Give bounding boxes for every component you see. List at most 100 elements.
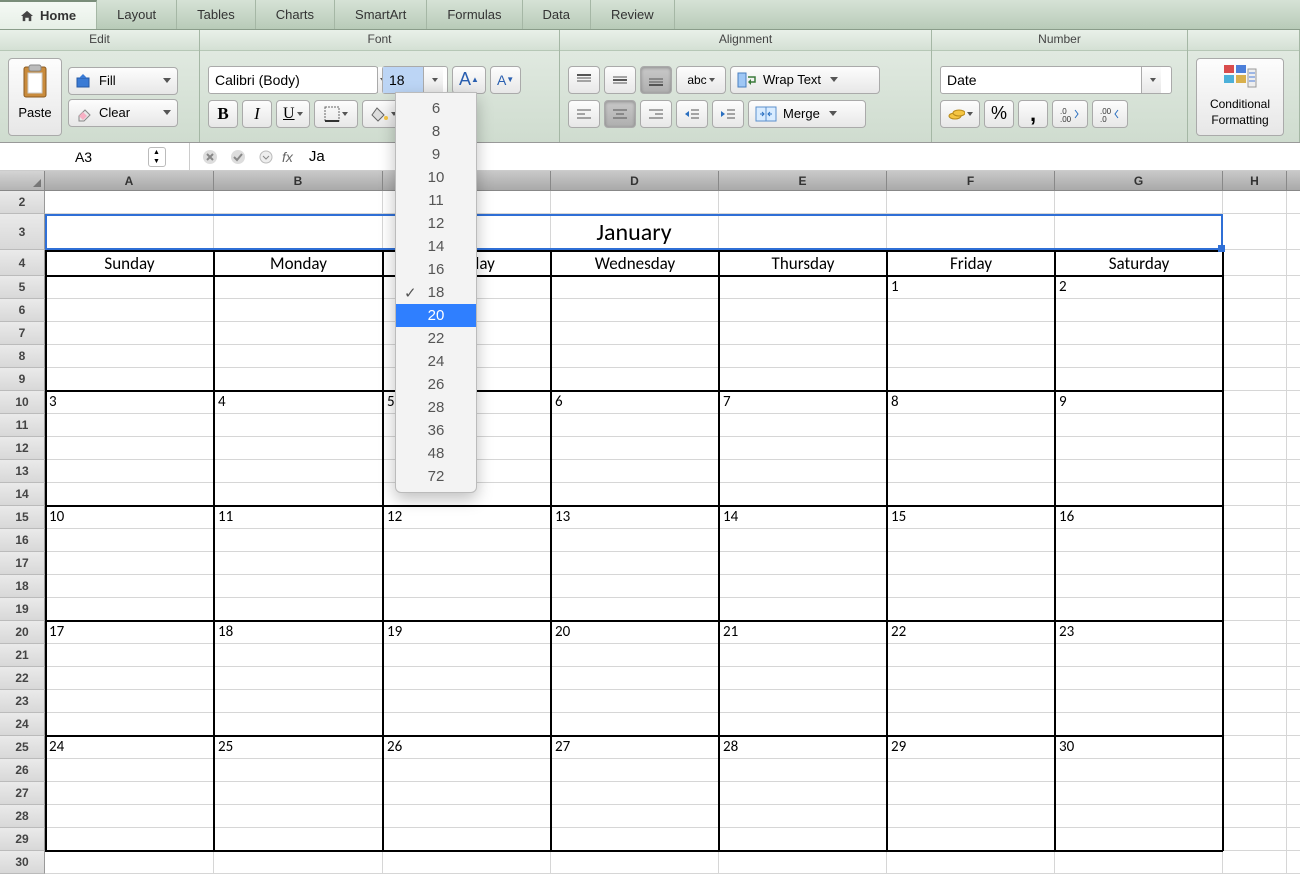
row-header-17[interactable]: 17 bbox=[0, 552, 45, 575]
row-header-3[interactable]: 3 bbox=[0, 214, 45, 250]
fill-button[interactable]: Fill bbox=[68, 67, 178, 95]
font-size-option-20[interactable]: 20 bbox=[396, 304, 476, 327]
font-size-option-26[interactable]: 26 bbox=[396, 373, 476, 396]
cell-reference-input[interactable] bbox=[24, 149, 144, 165]
font-size-option-22[interactable]: 22 bbox=[396, 327, 476, 350]
row-header-23[interactable]: 23 bbox=[0, 690, 45, 713]
row-header-26[interactable]: 26 bbox=[0, 759, 45, 782]
percent-button[interactable]: % bbox=[984, 100, 1014, 128]
font-name-input[interactable] bbox=[209, 67, 377, 93]
merge-button[interactable]: Merge bbox=[748, 100, 866, 128]
column-header-G[interactable]: G bbox=[1055, 171, 1223, 190]
stepper-down-icon[interactable]: ▼ bbox=[149, 157, 165, 166]
tab-tables[interactable]: Tables bbox=[177, 0, 256, 29]
indent-increase-button[interactable] bbox=[712, 100, 744, 128]
font-size-input[interactable] bbox=[383, 67, 423, 93]
bold-button[interactable]: B bbox=[208, 100, 238, 128]
tab-review[interactable]: Review bbox=[591, 0, 675, 29]
column-header-B[interactable]: B bbox=[214, 171, 383, 190]
row-header-30[interactable]: 30 bbox=[0, 851, 45, 874]
row-header-9[interactable]: 9 bbox=[0, 368, 45, 391]
font-size-option-28[interactable]: 28 bbox=[396, 396, 476, 419]
row-header-8[interactable]: 8 bbox=[0, 345, 45, 368]
row-header-5[interactable]: 5 bbox=[0, 276, 45, 299]
font-size-option-6[interactable]: 6 bbox=[396, 97, 476, 120]
decrease-decimal-button[interactable]: .00.0 bbox=[1092, 100, 1128, 128]
font-name-select[interactable] bbox=[208, 66, 378, 94]
font-size-option-72[interactable]: 72 bbox=[396, 465, 476, 488]
currency-button[interactable] bbox=[940, 100, 980, 128]
row-header-28[interactable]: 28 bbox=[0, 805, 45, 828]
align-bottom-button[interactable] bbox=[640, 66, 672, 94]
orientation-button[interactable]: abc bbox=[676, 66, 726, 94]
indent-decrease-button[interactable] bbox=[676, 100, 708, 128]
tab-charts[interactable]: Charts bbox=[256, 0, 335, 29]
tab-layout[interactable]: Layout bbox=[97, 0, 177, 29]
font-size-option-10[interactable]: 10 bbox=[396, 166, 476, 189]
row-header-24[interactable]: 24 bbox=[0, 713, 45, 736]
align-center-button[interactable] bbox=[604, 100, 636, 128]
column-header-H[interactable]: H bbox=[1223, 171, 1287, 190]
tab-smartart[interactable]: SmartArt bbox=[335, 0, 427, 29]
clear-button[interactable]: Clear bbox=[68, 99, 178, 127]
row-header-16[interactable]: 16 bbox=[0, 529, 45, 552]
paste-button[interactable]: Paste bbox=[8, 58, 62, 136]
select-all-corner[interactable] bbox=[0, 171, 45, 190]
font-size-dropdown[interactable] bbox=[423, 67, 443, 93]
conditional-formatting-button[interactable]: Conditional Formatting bbox=[1196, 58, 1284, 136]
cancel-formula-button[interactable] bbox=[198, 147, 222, 167]
tab-data[interactable]: Data bbox=[523, 0, 591, 29]
row-header-20[interactable]: 20 bbox=[0, 621, 45, 644]
row-header-22[interactable]: 22 bbox=[0, 667, 45, 690]
row-header-6[interactable]: 6 bbox=[0, 299, 45, 322]
font-size-option-18[interactable]: ✓18 bbox=[396, 281, 476, 304]
font-size-option-9[interactable]: 9 bbox=[396, 143, 476, 166]
row-header-25[interactable]: 25 bbox=[0, 736, 45, 759]
align-right-button[interactable] bbox=[640, 100, 672, 128]
row-header-12[interactable]: 12 bbox=[0, 437, 45, 460]
confirm-formula-button[interactable] bbox=[226, 147, 250, 167]
underline-button[interactable]: U bbox=[276, 100, 310, 128]
number-format-select[interactable] bbox=[940, 66, 1172, 94]
row-header-27[interactable]: 27 bbox=[0, 782, 45, 805]
font-size-option-16[interactable]: 16 bbox=[396, 258, 476, 281]
spreadsheet-grid[interactable]: 2345678910111213141516171819202122232425… bbox=[0, 191, 1300, 874]
row-header-19[interactable]: 19 bbox=[0, 598, 45, 621]
number-format-dropdown[interactable] bbox=[1141, 67, 1161, 93]
cells-area[interactable]: JanuarySundayMondayTuesdayWednesdayThurs… bbox=[45, 191, 1300, 874]
row-header-10[interactable]: 10 bbox=[0, 391, 45, 414]
font-size-option-12[interactable]: 12 bbox=[396, 212, 476, 235]
row-header-7[interactable]: 7 bbox=[0, 322, 45, 345]
align-left-button[interactable] bbox=[568, 100, 600, 128]
font-size-option-24[interactable]: 24 bbox=[396, 350, 476, 373]
font-size-option-11[interactable]: 11 bbox=[396, 189, 476, 212]
italic-button[interactable]: I bbox=[242, 100, 272, 128]
align-top-button[interactable] bbox=[568, 66, 600, 94]
row-header-2[interactable]: 2 bbox=[0, 191, 45, 214]
font-size-select[interactable] bbox=[382, 66, 448, 94]
column-header-E[interactable]: E bbox=[719, 171, 887, 190]
name-box[interactable]: ▲ ▼ bbox=[0, 143, 190, 170]
shrink-font-button[interactable]: A▼ bbox=[490, 66, 521, 94]
column-header-A[interactable]: A bbox=[45, 171, 214, 190]
fx-dropdown-button[interactable] bbox=[254, 147, 278, 167]
tab-formulas[interactable]: Formulas bbox=[427, 0, 522, 29]
font-size-option-8[interactable]: 8 bbox=[396, 120, 476, 143]
row-header-11[interactable]: 11 bbox=[0, 414, 45, 437]
border-button[interactable] bbox=[314, 100, 358, 128]
font-size-option-48[interactable]: 48 bbox=[396, 442, 476, 465]
row-header-15[interactable]: 15 bbox=[0, 506, 45, 529]
row-header-18[interactable]: 18 bbox=[0, 575, 45, 598]
row-header-14[interactable]: 14 bbox=[0, 483, 45, 506]
column-header-F[interactable]: F bbox=[887, 171, 1055, 190]
stepper-up-icon[interactable]: ▲ bbox=[149, 148, 165, 157]
align-middle-button[interactable] bbox=[604, 66, 636, 94]
comma-button[interactable]: , bbox=[1018, 100, 1048, 128]
row-header-13[interactable]: 13 bbox=[0, 460, 45, 483]
name-box-stepper[interactable]: ▲ ▼ bbox=[148, 147, 166, 167]
font-size-option-14[interactable]: 14 bbox=[396, 235, 476, 258]
row-header-29[interactable]: 29 bbox=[0, 828, 45, 851]
increase-decimal-button[interactable]: .0.00 bbox=[1052, 100, 1088, 128]
row-header-21[interactable]: 21 bbox=[0, 644, 45, 667]
wrap-text-button[interactable]: Wrap Text bbox=[730, 66, 880, 94]
